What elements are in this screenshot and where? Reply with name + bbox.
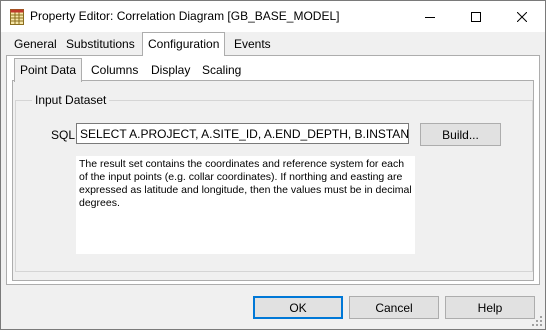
close-button[interactable] (499, 1, 545, 32)
sub-tab-strip: Point Data Columns Display Scaling (14, 58, 534, 82)
window-title: Property Editor: Correlation Diagram [GB… (30, 9, 340, 23)
input-dataset-title: Input Dataset (32, 93, 110, 107)
maximize-icon (471, 11, 481, 22)
ok-button[interactable]: OK (253, 296, 343, 319)
tab-point-data[interactable]: Point Data (14, 58, 83, 82)
build-button[interactable]: Build... (420, 123, 501, 146)
sql-input[interactable]: SELECT A.PROJECT, A.SITE_ID, A.END_DEPTH… (76, 123, 409, 144)
minimize-button[interactable] (407, 1, 453, 32)
grid-app-icon (10, 9, 24, 25)
main-tab-strip: General Substitutions Configuration Even… (3, 32, 543, 56)
tab-display[interactable]: Display (146, 60, 195, 80)
title-bar: Property Editor: Correlation Diagram [GB… (1, 1, 545, 32)
maximize-button[interactable] (453, 1, 499, 32)
dataset-description: The result set contains the coordinates … (76, 156, 415, 254)
help-button[interactable]: Help (445, 296, 535, 319)
tab-configuration[interactable]: Configuration (142, 32, 226, 56)
tab-events[interactable]: Events (229, 34, 276, 54)
tab-substitutions[interactable]: Substitutions (61, 34, 140, 54)
tab-scaling[interactable]: Scaling (197, 60, 246, 80)
tab-columns[interactable]: Columns (86, 60, 143, 80)
resize-grip-icon[interactable] (531, 315, 543, 327)
sql-label: SQL (51, 128, 76, 142)
cancel-button[interactable]: Cancel (349, 296, 439, 319)
property-editor-window: Property Editor: Correlation Diagram [GB… (0, 0, 546, 330)
minimize-icon (425, 16, 435, 18)
tab-general[interactable]: General (9, 34, 62, 54)
close-icon (517, 11, 527, 22)
